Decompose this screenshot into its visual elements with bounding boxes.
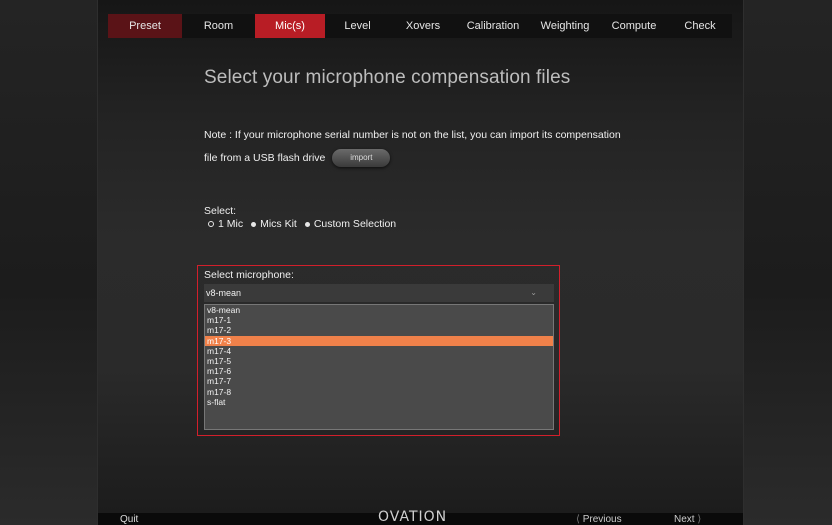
radio-custom-selection[interactable]: Custom Selection xyxy=(304,218,397,230)
next-button[interactable]: Next ⟩ xyxy=(674,514,701,525)
microphone-dropdown[interactable]: v8-mean ⌄ xyxy=(204,284,554,302)
microphone-option-highlighted[interactable]: m17-3 xyxy=(205,335,553,346)
chevron-right-icon: ⟩ xyxy=(697,514,702,525)
quit-button[interactable]: Quit xyxy=(120,514,138,525)
microphone-option[interactable]: m17-6 xyxy=(205,366,553,376)
tab-compute[interactable]: Compute xyxy=(600,14,668,38)
chevron-left-icon: ⟨ xyxy=(576,514,580,525)
radio-dot-icon xyxy=(251,221,257,227)
microphone-option[interactable]: m17-1 xyxy=(205,315,553,325)
next-label: Next xyxy=(674,514,695,525)
tab-calibration[interactable]: Calibration xyxy=(456,14,530,38)
microphone-option[interactable]: m17-2 xyxy=(205,325,553,335)
microphone-select-label: Select microphone: xyxy=(204,269,294,281)
tab-level[interactable]: Level xyxy=(325,14,390,38)
radio-dot-icon xyxy=(304,221,310,227)
previous-label: Previous xyxy=(582,514,622,525)
microphone-select-panel: Select microphone: v8-mean ⌄ v8-mean m17… xyxy=(197,265,560,436)
microphone-options-list: v8-mean m17-1 m17-2 m17-3 m17-4 m17-5 m1… xyxy=(204,304,554,430)
right-side-panel xyxy=(743,0,832,525)
import-button[interactable]: import xyxy=(332,149,391,168)
tab-preset[interactable]: Preset xyxy=(108,14,182,38)
note-line-1: Note : If your microphone serial number … xyxy=(204,129,621,141)
tab-xovers[interactable]: Xovers xyxy=(390,14,456,38)
tab-check[interactable]: Check xyxy=(668,14,732,38)
page-title: Select your microphone compensation file… xyxy=(204,67,571,88)
radio-selected-icon xyxy=(208,221,214,227)
main-area: Preset Room Mic(s) Level Xovers Calibrat… xyxy=(98,0,743,525)
microphone-option[interactable]: v8-mean xyxy=(205,305,553,315)
radio-1-mic[interactable]: 1 Mic xyxy=(208,218,243,230)
note-line-2: file from a USB flash drive xyxy=(204,152,326,164)
mic-mode-radio-group: 1 Mic Mics Kit Custom Selection xyxy=(208,218,396,230)
tab-room[interactable]: Room xyxy=(182,14,255,38)
tab-weighting[interactable]: Weighting xyxy=(530,14,600,38)
tab-mics[interactable]: Mic(s) xyxy=(255,14,325,38)
brand-logo: OVATION xyxy=(378,509,448,525)
microphone-option[interactable]: m17-5 xyxy=(205,356,553,366)
radio-custom-selection-label: Custom Selection xyxy=(313,218,397,230)
microphone-option[interactable]: m17-4 xyxy=(205,346,553,356)
select-mode-label: Select: xyxy=(204,205,237,217)
left-side-panel xyxy=(0,0,98,525)
microphone-option[interactable]: m17-7 xyxy=(205,376,553,386)
previous-button[interactable]: ⟨ Previous xyxy=(576,514,622,525)
radio-mics-kit[interactable]: Mics Kit xyxy=(251,218,297,230)
note-line-2-row: file from a USB flash drive import xyxy=(204,147,664,170)
microphone-dropdown-value: v8-mean xyxy=(206,288,242,298)
radio-1-mic-label: 1 Mic xyxy=(218,218,244,230)
import-note: Note : If your microphone serial number … xyxy=(204,124,664,170)
wizard-nav-bar: Preset Room Mic(s) Level Xovers Calibrat… xyxy=(108,14,732,38)
microphone-option[interactable]: s-flat xyxy=(205,397,553,407)
chevron-down-icon: ⌄ xyxy=(530,288,537,297)
radio-mics-kit-label: Mics Kit xyxy=(260,218,297,230)
microphone-option[interactable]: m17-8 xyxy=(205,387,553,397)
footer-bar: Quit OVATION ⟨ Previous Next ⟩ xyxy=(98,509,743,525)
